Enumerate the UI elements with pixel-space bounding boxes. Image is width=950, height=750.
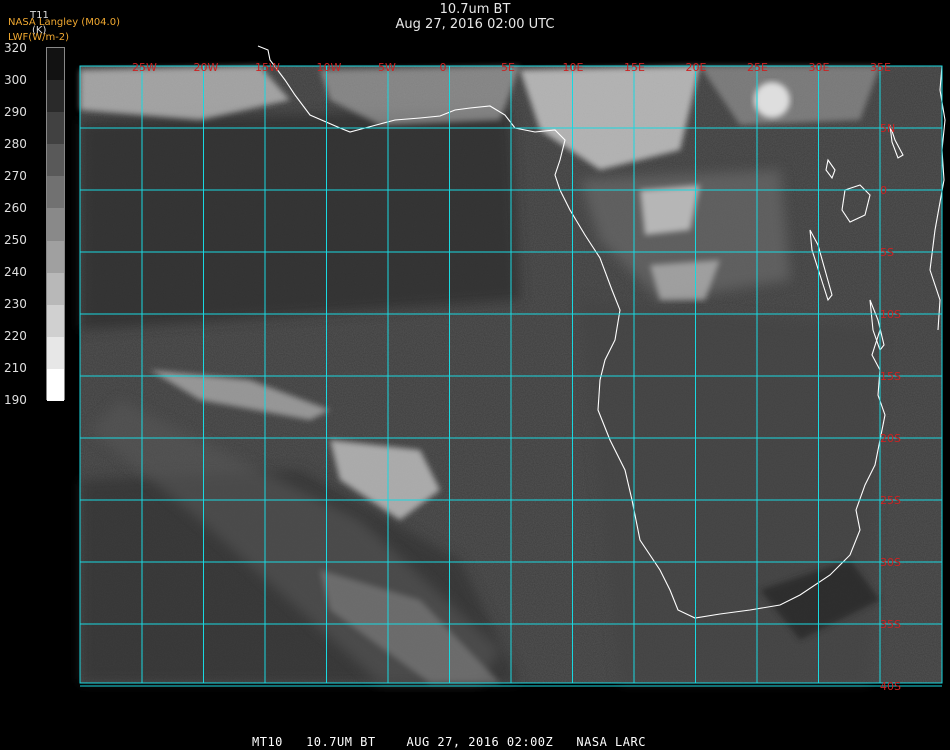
lat-label: 30S [880,556,901,569]
lon-label: 25E [747,61,768,74]
lat-label: 20S [880,432,901,445]
lon-label: 30E [809,61,830,74]
lat-label: 0 [880,184,887,197]
lon-label: 20E [686,61,707,74]
lon-label: 35E [870,61,891,74]
lon-label: 10E [563,61,584,74]
lon-label: 5W [378,61,396,74]
lon-label: 10W [317,61,342,74]
lon-label: 20W [194,61,219,74]
footer-caption: MT10 10.7UM BT AUG 27, 2016 02:00Z NASA … [252,735,646,749]
satellite-map: 25W 20W 15W 10W 5W 0 5E 10E 15E 20E 25E 30E 35E 5N 0 5S… [79,45,946,693]
lat-label: 5N [880,122,895,135]
lat-label: 25S [880,494,901,507]
lon-label: 25W [132,61,157,74]
lat-label: 35S [880,618,901,631]
lat-label: 5S [880,246,894,259]
lon-label: 5E [501,61,515,74]
lon-label: 0 [440,61,447,74]
lat-label: 15S [880,370,901,383]
lat-label: 10S [880,308,901,321]
lon-label: 15E [624,61,645,74]
lon-label: 15W [255,61,280,74]
lat-label: 40S [880,680,901,693]
